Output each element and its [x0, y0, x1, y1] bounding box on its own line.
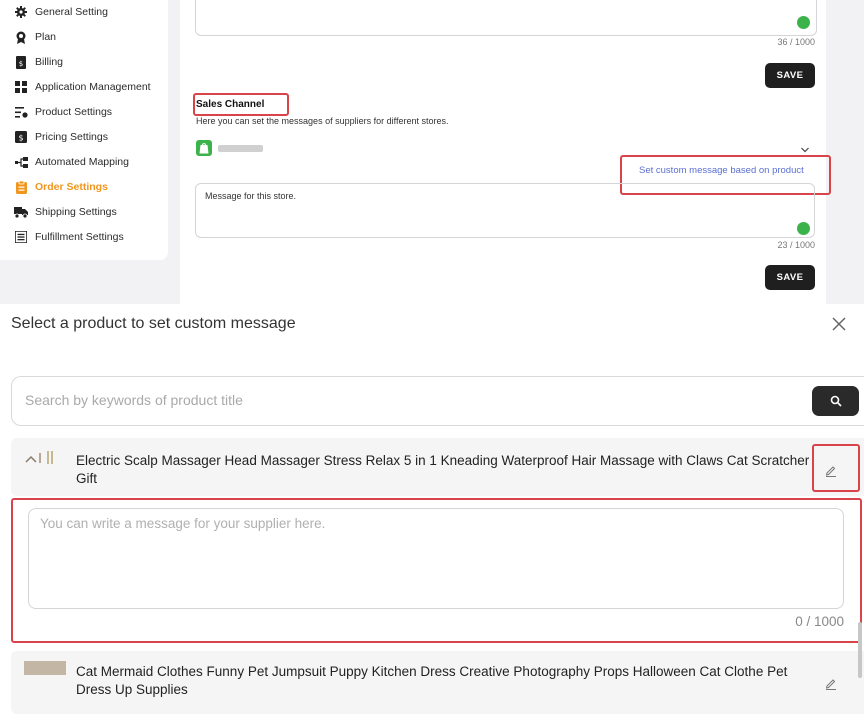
sidebar-item-label: Automated Mapping	[35, 156, 129, 168]
search-input[interactable]	[23, 391, 787, 409]
settings-page-background: General Setting Plan $ Billing Applicati…	[0, 0, 864, 304]
search-icon	[830, 395, 842, 407]
clipboard-icon	[14, 180, 28, 194]
save-button[interactable]: SAVE	[765, 265, 815, 290]
mapping-icon	[14, 155, 28, 169]
product-settings-icon	[14, 105, 28, 119]
product-search	[11, 376, 864, 426]
sidebar-item-order-settings[interactable]: Order Settings	[14, 176, 164, 198]
supplier-message-textarea[interactable]	[28, 508, 844, 609]
product-thumbnail	[24, 451, 66, 465]
sidebar-item-application-management[interactable]: Application Management	[14, 76, 164, 98]
truck-icon	[14, 205, 28, 219]
product-row: Electric Scalp Massager Head Massager St…	[11, 438, 864, 496]
shopify-bag-icon	[797, 222, 810, 235]
character-counter: 0 / 1000	[795, 614, 844, 629]
search-button[interactable]	[812, 386, 859, 416]
sidebar-item-billing[interactable]: $ Billing	[14, 51, 164, 73]
sidebar-item-plan[interactable]: Plan	[14, 26, 164, 48]
award-icon	[14, 30, 28, 44]
character-counter: 23 / 1000	[777, 240, 815, 250]
chevron-down-icon[interactable]	[800, 141, 812, 153]
edit-icon[interactable]	[824, 676, 838, 690]
sidebar-item-label: Fulfillment Settings	[35, 231, 124, 243]
sidebar-item-general-setting[interactable]: General Setting	[14, 1, 164, 23]
close-icon[interactable]	[828, 313, 850, 335]
settings-sidebar: General Setting Plan $ Billing Applicati…	[0, 0, 168, 260]
section-description: Here you can set the messages of supplie…	[196, 116, 449, 126]
product-title: Cat Mermaid Clothes Funny Pet Jumpsuit P…	[76, 664, 788, 697]
sidebar-item-label: Billing	[35, 56, 64, 68]
highlight-box	[812, 444, 860, 492]
supplier-message-textarea[interactable]	[195, 0, 817, 36]
modal-title: Select a product to set custom message	[11, 315, 296, 332]
character-counter: 36 / 1000	[777, 37, 815, 47]
sidebar-item-shipping-settings[interactable]: Shipping Settings	[14, 201, 164, 223]
store-message-text: Message for this store.	[205, 191, 297, 201]
sidebar-item-label: Plan	[35, 31, 57, 43]
sidebar-item-label: Order Settings	[35, 181, 108, 193]
sidebar-item-label: General Setting	[35, 6, 108, 18]
svg-text:$: $	[19, 60, 23, 68]
store-name-blurred	[218, 145, 263, 152]
svg-text:$: $	[18, 134, 23, 143]
shopify-store-icon	[196, 140, 212, 156]
save-button[interactable]: SAVE	[765, 63, 815, 88]
sidebar-item-automated-mapping[interactable]: Automated Mapping	[14, 151, 164, 173]
order-settings-panel: 36 / 1000 SAVE Sales Channel Here you ca…	[180, 0, 831, 304]
sidebar-item-label: Product Settings	[35, 106, 113, 118]
sidebar-item-product-settings[interactable]: Product Settings	[14, 101, 164, 123]
store-message-textarea[interactable]: Message for this store.	[195, 183, 815, 238]
sidebar-item-label: Shipping Settings	[35, 206, 117, 218]
grid-icon	[14, 80, 28, 94]
sidebar-item-label: Application Management	[35, 81, 151, 93]
section-title: Sales Channel	[196, 99, 265, 110]
gear-icon	[14, 5, 28, 19]
product-row: Cat Mermaid Clothes Funny Pet Jumpsuit P…	[11, 651, 864, 714]
shopify-bag-icon	[797, 16, 810, 29]
scrollbar[interactable]	[858, 622, 862, 678]
list-icon	[14, 230, 28, 244]
sidebar-item-pricing-settings[interactable]: $ Pricing Settings	[14, 126, 164, 148]
sidebar-item-fulfillment-settings[interactable]: Fulfillment Settings	[14, 226, 164, 248]
invoice-icon: $	[14, 55, 28, 69]
sidebar-item-label: Pricing Settings	[35, 131, 108, 143]
custom-message-modal: Select a product to set custom message E…	[0, 304, 864, 714]
dollar-icon: $	[14, 130, 28, 144]
custom-message-link[interactable]: Set custom message based on product	[639, 165, 804, 176]
product-thumbnail	[24, 661, 66, 675]
product-title: Electric Scalp Massager Head Massager St…	[76, 453, 810, 486]
